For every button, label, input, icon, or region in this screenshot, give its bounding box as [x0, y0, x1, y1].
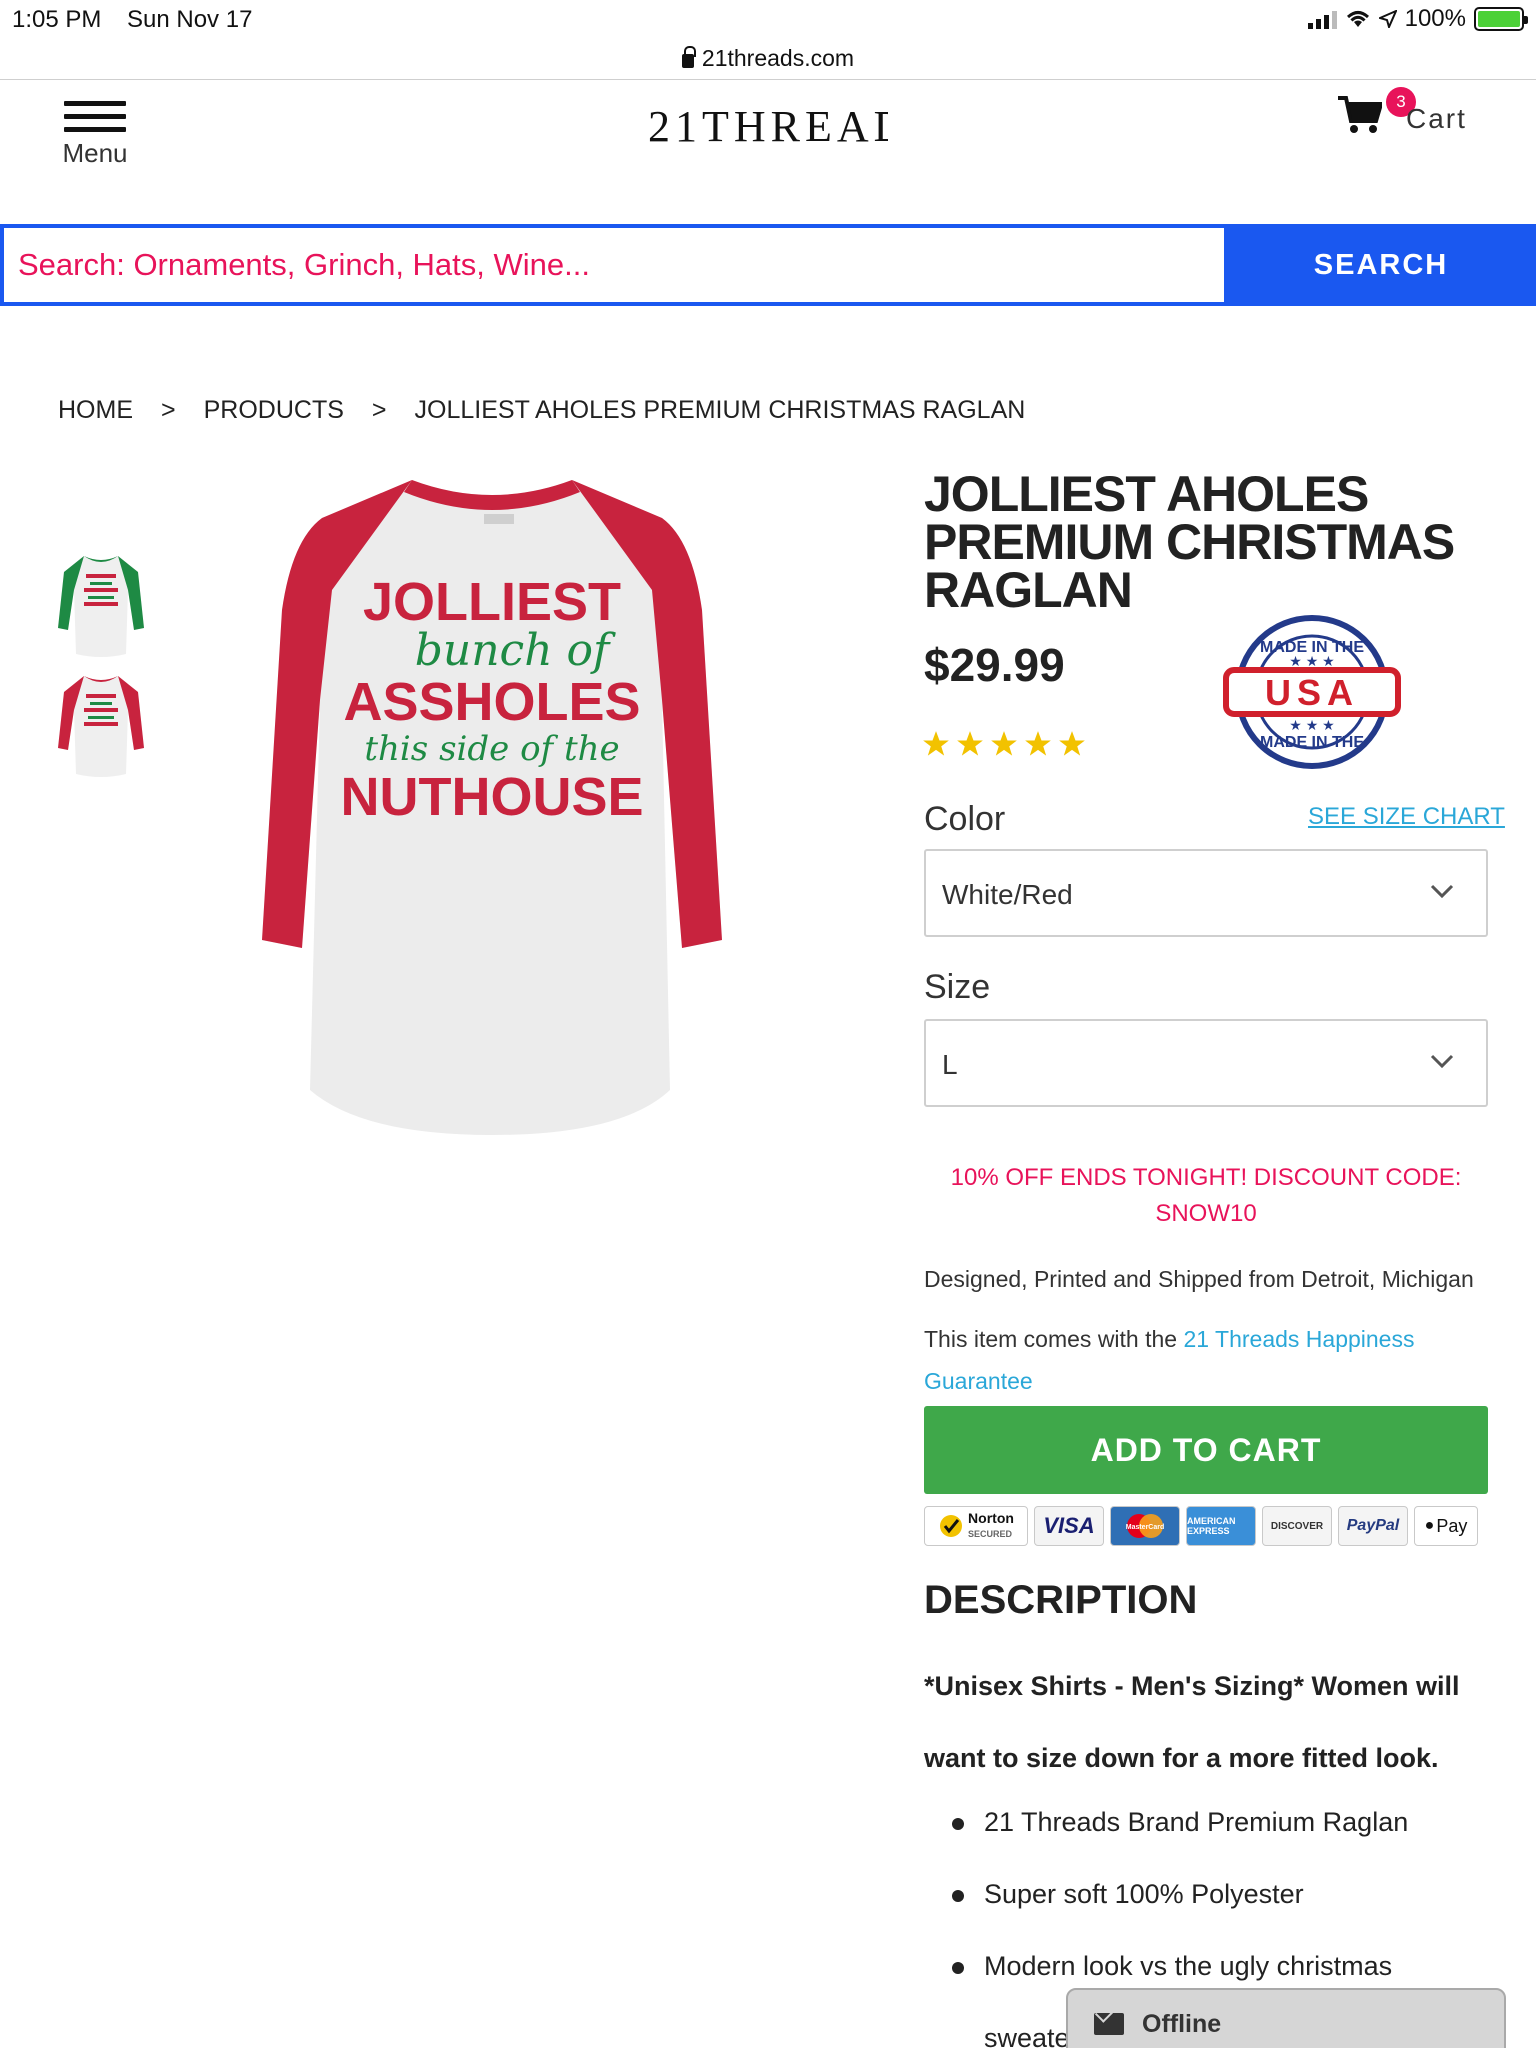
search-bar: SEARCH	[0, 224, 1536, 306]
star-icon	[957, 731, 983, 756]
mastercard-icon: MasterCard	[1110, 1506, 1180, 1546]
address-bar[interactable]: 21threads.com	[0, 38, 1536, 80]
apple-pay-label: Pay	[1436, 1515, 1468, 1536]
lock-icon	[681, 46, 696, 68]
chevron-down-icon	[1430, 1054, 1454, 1069]
shopping-cart-icon	[1338, 96, 1382, 133]
paypal-icon: PayPal	[1338, 1506, 1408, 1546]
signal-icon	[1307, 9, 1337, 29]
status-bar: 1:05 PM Sun Nov 17 100%	[0, 0, 1536, 40]
norton-label: Norton	[968, 1510, 1014, 1526]
star-icon	[1059, 731, 1085, 756]
badge-usa-text: USA	[1265, 672, 1359, 713]
menu-label: Menu	[62, 138, 128, 168]
norton-sub: SECURED	[968, 1529, 1013, 1539]
made-in-usa-badge: USA MADE IN THE MADE IN THE ★ ★ ★ ★ ★ ★	[1223, 615, 1401, 769]
shirt-line-4: this side of the	[364, 729, 619, 769]
chat-status-label: Offline	[1142, 2009, 1222, 2038]
apple-pay-icon: ● Pay	[1414, 1506, 1478, 1546]
status-time: 1:05 PM	[12, 6, 102, 33]
menu-button[interactable]: Menu	[55, 101, 135, 169]
amex-icon: AMERICAN EXPRESS	[1186, 1506, 1256, 1546]
site-logo[interactable]: 21THREADS	[648, 101, 888, 151]
rating-stars[interactable]	[922, 730, 1086, 758]
cart-button[interactable]: 3 Cart	[1338, 85, 1478, 145]
size-select[interactable]: L	[924, 1019, 1488, 1107]
wifi-icon	[1346, 11, 1369, 27]
size-chart-link[interactable]: SEE SIZE CHART	[1308, 803, 1505, 831]
color-select-value: White/Red	[942, 879, 1073, 910]
list-item: 21 Threads Brand Premium Raglan	[952, 1786, 1492, 1858]
search-button[interactable]: SEARCH	[1226, 224, 1536, 306]
product-title: JOLLIEST AHOLES PREMIUM CHRISTMAS RAGLAN	[924, 466, 1455, 618]
product-price: $29.99	[924, 639, 1065, 691]
list-item: Super soft 100% Polyester	[952, 1858, 1492, 1930]
chevron-down-icon	[1430, 884, 1454, 899]
chat-widget[interactable]: Offline	[1066, 1988, 1506, 2048]
status-indicators: 100%	[1307, 5, 1528, 33]
url-text: 21threads.com	[701, 45, 855, 71]
description-heading: DESCRIPTION	[924, 1578, 1198, 1622]
color-select[interactable]: White/Red	[924, 849, 1488, 937]
star-icon	[991, 731, 1017, 756]
guarantee-prefix: This item comes with the	[924, 1326, 1184, 1352]
breadcrumb-separator: >	[161, 396, 176, 424]
visa-icon: VISA	[1034, 1506, 1104, 1546]
hamburger-icon	[64, 101, 126, 132]
star-icon	[1025, 731, 1051, 756]
add-to-cart-button[interactable]: ADD TO CART	[924, 1406, 1488, 1494]
battery-icon	[1474, 7, 1528, 31]
size-label: Size	[924, 968, 991, 1006]
svg-text:★ ★ ★: ★ ★ ★	[1289, 653, 1334, 669]
mastercard-label: MasterCard	[1126, 1524, 1165, 1531]
norton-secured-icon: Norton SECURED	[924, 1506, 1028, 1546]
shirt-line-5: NUTHOUSE	[340, 767, 643, 827]
breadcrumb: HOME > PRODUCTS > JOLLIEST AHOLES PREMIU…	[58, 396, 1053, 425]
shirt-line-3: ASSHOLES	[343, 672, 640, 732]
badge-bottom-text: MADE IN THE	[1260, 734, 1364, 751]
payment-methods: Norton SECURED VISA MasterCard AMERICAN E…	[924, 1504, 1488, 1548]
breadcrumb-separator: >	[371, 396, 387, 424]
location-arrow-icon	[1378, 10, 1397, 28]
product-main-image[interactable]: JOLLIEST bunch of ASSHOLES this side of …	[262, 470, 722, 1140]
color-label: Color	[924, 800, 1006, 838]
cart-label: Cart	[1406, 103, 1467, 134]
site-header: Menu 21THREADS 3 Cart	[0, 81, 1536, 224]
guarantee-text: This item comes with the 21 Threads Happ…	[924, 1318, 1488, 1402]
status-date: Sun Nov 17	[127, 6, 253, 33]
thumbnail-red-shirt[interactable]	[56, 670, 146, 780]
search-input[interactable]	[4, 228, 1224, 302]
envelope-icon	[1094, 2013, 1124, 2035]
svg-text:★ ★ ★: ★ ★ ★	[1289, 717, 1334, 733]
thumbnail-green-shirt[interactable]	[56, 550, 146, 660]
breadcrumb-current: JOLLIEST AHOLES PREMIUM CHRISTMAS RAGLAN	[414, 396, 1026, 424]
discover-icon: DISCOVER	[1262, 1506, 1332, 1546]
shirt-line-2: bunch of	[415, 625, 616, 676]
star-icon	[923, 731, 949, 756]
battery-percent: 100%	[1404, 5, 1466, 32]
size-select-value: L	[942, 1049, 958, 1080]
promo-text: 10% OFF ENDS TONIGHT! DISCOUNT CODE: SNO…	[950, 1164, 1462, 1227]
breadcrumb-home[interactable]: HOME	[58, 396, 133, 425]
shirt-line-1: JOLLIEST	[363, 572, 621, 632]
shipping-info: Designed, Printed and Shipped from Detro…	[924, 1266, 1474, 1292]
description-intro: *Unisex Shirts - Men's Sizing* Women wil…	[924, 1671, 1460, 1773]
breadcrumb-products[interactable]: PRODUCTS	[204, 396, 344, 425]
